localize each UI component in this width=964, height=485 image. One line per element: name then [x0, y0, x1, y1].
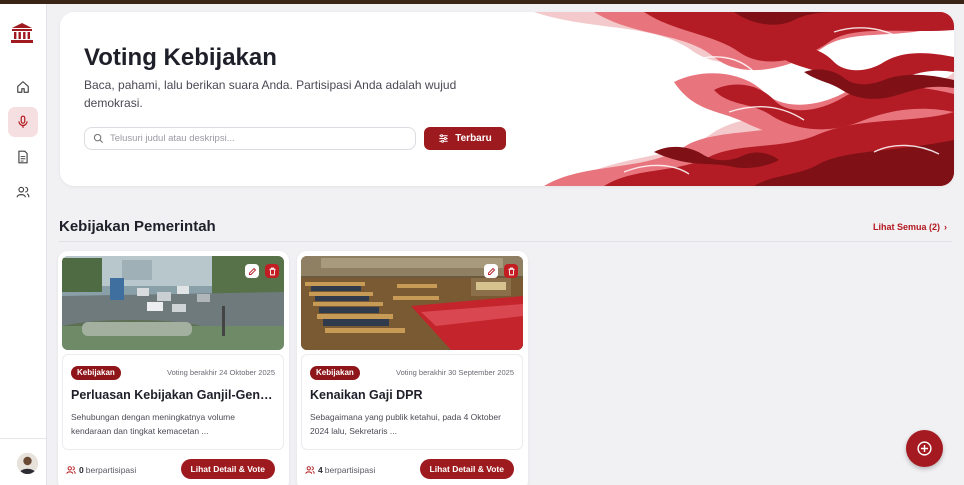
- sidebar-item-users[interactable]: [8, 177, 38, 207]
- policy-card[interactable]: Kebijakan Voting berakhir 30 September 2…: [297, 251, 528, 485]
- delete-button[interactable]: [265, 264, 279, 278]
- see-all-link[interactable]: Lihat Semua (2) ›: [873, 222, 947, 232]
- edit-button[interactable]: [484, 264, 498, 278]
- users-icon: [305, 466, 315, 474]
- card-image-parliament: [301, 256, 523, 350]
- card-title: Perluasan Kebijakan Ganjil-Genap ...: [71, 388, 279, 402]
- trash-icon: [269, 267, 275, 275]
- chevron-right-icon: ›: [944, 222, 948, 232]
- edit-button[interactable]: [245, 264, 259, 278]
- policy-card[interactable]: Kebijakan Voting berakhir 24 Oktober 202…: [58, 251, 289, 485]
- page-subtitle: Baca, pahami, lalu berikan suara Anda. P…: [84, 78, 457, 110]
- card-description: Sebagaimana yang publik ketahui, pada 4 …: [310, 412, 501, 436]
- category-badge: Kebijakan: [71, 366, 121, 380]
- participants-number: 4: [318, 465, 323, 475]
- delete-button[interactable]: [504, 264, 518, 278]
- document-icon: [18, 150, 28, 164]
- participants-count: 4 berpartisipasi: [305, 465, 375, 475]
- home-icon: [17, 81, 29, 93]
- card-footer: 0 berpartisipasi Lihat Detail & Vote: [66, 459, 281, 481]
- search-box: [84, 127, 416, 150]
- add-policy-button[interactable]: [906, 430, 943, 467]
- search-icon: [93, 133, 104, 144]
- sidebar-divider: [0, 438, 46, 439]
- parliament-building-icon[interactable]: [10, 22, 34, 44]
- user-avatar[interactable]: [17, 453, 38, 474]
- participants-label: berpartisipasi: [85, 465, 137, 475]
- users-icon: [66, 466, 76, 474]
- sliders-icon: [439, 134, 448, 143]
- voting-deadline: Voting berakhir 30 September 2025: [396, 368, 514, 377]
- category-badge: Kebijakan: [310, 366, 360, 380]
- section-divider: [59, 241, 952, 242]
- card-description: Sehubungan dengan meningkatnya volume ke…: [71, 412, 235, 436]
- users-icon: [16, 186, 30, 198]
- see-all-label: Lihat Semua (2): [873, 222, 941, 232]
- page-title: Voting Kebijakan: [84, 44, 277, 71]
- edit-icon: [248, 267, 256, 275]
- section-title: Kebijakan Pemerintah: [59, 218, 216, 235]
- plus-circle-icon: [917, 441, 932, 456]
- sidebar: [0, 4, 47, 485]
- voting-deadline: Voting berakhir 24 Oktober 2025: [167, 368, 275, 377]
- sort-button[interactable]: Terbaru: [424, 127, 506, 150]
- participants-label: berpartisipasi: [324, 465, 376, 475]
- detail-vote-button[interactable]: Lihat Detail & Vote: [180, 459, 275, 479]
- participants-number: 0: [79, 465, 84, 475]
- edit-icon: [487, 267, 495, 275]
- detail-vote-button[interactable]: Lihat Detail & Vote: [419, 459, 514, 479]
- sort-label: Terbaru: [455, 133, 492, 144]
- card-title: Kenaikan Gaji DPR: [310, 388, 423, 402]
- hero-banner: Voting Kebijakan Baca, pahami, lalu beri…: [60, 12, 954, 186]
- card-body: Kebijakan Voting berakhir 24 Oktober 202…: [62, 354, 284, 450]
- microphone-icon: [18, 115, 28, 128]
- trash-icon: [508, 267, 514, 275]
- participants-count: 0 berpartisipasi: [66, 465, 136, 475]
- batik-megamendung-pattern: [474, 12, 954, 186]
- search-input[interactable]: [110, 133, 400, 144]
- sidebar-item-documents[interactable]: [8, 142, 38, 172]
- sidebar-item-voting[interactable]: [8, 107, 38, 137]
- card-footer: 4 berpartisipasi Lihat Detail & Vote: [305, 459, 520, 481]
- window-top-strip: [0, 0, 964, 4]
- card-image-traffic: [62, 256, 284, 350]
- card-body: Kebijakan Voting berakhir 30 September 2…: [301, 354, 523, 450]
- sidebar-item-home[interactable]: [8, 72, 38, 102]
